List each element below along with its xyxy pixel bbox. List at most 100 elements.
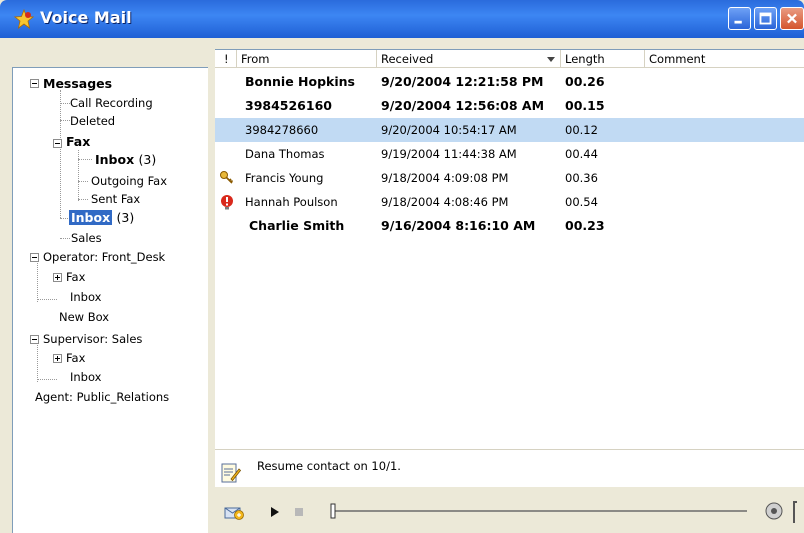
seek-slider[interactable] bbox=[329, 501, 749, 521]
play-icon[interactable] bbox=[270, 507, 280, 517]
tree-item-operator-fax[interactable]: Fax bbox=[66, 270, 85, 284]
message-row[interactable]: Charlie Smith 9/16/2004 8:16:10 AM 00.23 bbox=[215, 214, 804, 238]
tree-line bbox=[78, 159, 92, 160]
tree-line bbox=[60, 120, 70, 121]
message-row[interactable]: Hannah Poulson 9/18/2004 4:08:46 PM 00.5… bbox=[215, 190, 804, 214]
tree-item-messages[interactable]: Messages bbox=[43, 77, 112, 91]
message-row[interactable]: Francis Young 9/18/2004 4:09:08 PM 00.36 bbox=[215, 166, 804, 190]
tree-label: Outgoing Fax bbox=[91, 174, 168, 188]
collapse-toggle[interactable] bbox=[30, 79, 39, 88]
tree-item-inbox[interactable]: Inbox (3) bbox=[69, 210, 135, 225]
tree-label: Supervisor: Sales bbox=[43, 332, 143, 346]
urgent-icon bbox=[221, 195, 233, 210]
tree-line bbox=[60, 103, 70, 104]
close-icon bbox=[787, 13, 797, 24]
tree-item-call-recording[interactable]: Call Recording bbox=[70, 96, 153, 110]
tree-line bbox=[78, 181, 88, 182]
column-header-row: ! From Received Length Comment bbox=[215, 50, 804, 68]
message-length: 00.12 bbox=[565, 123, 598, 137]
message-length: 00.36 bbox=[565, 171, 598, 185]
voice-mail-app-icon bbox=[14, 9, 34, 29]
tree-line bbox=[60, 218, 68, 219]
sort-descending-icon bbox=[547, 57, 555, 62]
close-button[interactable] bbox=[780, 7, 804, 30]
tree-line bbox=[60, 90, 61, 218]
tree-item-supervisor[interactable]: Supervisor: Sales bbox=[43, 332, 142, 346]
minimize-button[interactable] bbox=[728, 7, 751, 30]
stop-icon[interactable] bbox=[295, 508, 303, 516]
message-received: 9/20/2004 10:54:17 AM bbox=[381, 123, 517, 137]
message-from: 3984526160 bbox=[245, 98, 332, 113]
tree-item-supervisor-inbox[interactable]: Inbox bbox=[70, 370, 101, 384]
tree-item-outgoing-fax[interactable]: Outgoing Fax bbox=[91, 174, 167, 188]
tree-label: Inbox bbox=[69, 210, 113, 225]
tree-item-deleted[interactable]: Deleted bbox=[70, 114, 115, 128]
tree-item-operator[interactable]: Operator: Front_Desk bbox=[43, 250, 165, 264]
collapse-toggle[interactable] bbox=[30, 335, 39, 344]
message-from: Francis Young bbox=[245, 171, 324, 185]
message-from: Dana Thomas bbox=[245, 147, 325, 161]
unread-count: (3) bbox=[138, 152, 157, 167]
title-bar[interactable]: Voice Mail bbox=[0, 0, 804, 38]
expand-toggle[interactable] bbox=[53, 354, 62, 363]
voice-mail-window: Voice Mail Messages Call Recording Delet… bbox=[0, 0, 804, 533]
tree-item-supervisor-fax[interactable]: Fax bbox=[66, 351, 85, 365]
collapse-toggle[interactable] bbox=[30, 253, 39, 262]
column-header-from[interactable]: From bbox=[237, 50, 377, 68]
expand-toggle[interactable] bbox=[53, 273, 62, 282]
unread-count: (3) bbox=[116, 210, 135, 225]
tree-line bbox=[37, 299, 57, 300]
comment-panel[interactable]: Resume contact on 10/1. bbox=[215, 449, 804, 487]
column-header-comment[interactable]: Comment bbox=[645, 50, 804, 68]
tree-label: Inbox bbox=[95, 152, 135, 167]
message-row[interactable]: Bonnie Hopkins 9/20/2004 12:21:58 PM 00.… bbox=[215, 70, 804, 94]
message-from: Hannah Poulson bbox=[245, 195, 338, 209]
message-received: 9/19/2004 11:44:38 AM bbox=[381, 147, 517, 161]
tree-item-operator-inbox[interactable]: Inbox bbox=[70, 290, 101, 304]
message-row[interactable]: 3984278660 9/20/2004 10:54:17 AM 00.12 bbox=[215, 118, 804, 142]
message-length: 00.26 bbox=[565, 74, 605, 89]
tree-label: Inbox bbox=[70, 370, 102, 384]
tree-label: Sent Fax bbox=[91, 192, 141, 206]
tree-label: New Box bbox=[59, 310, 110, 324]
playback-toolbar bbox=[215, 487, 804, 533]
folder-tree[interactable]: Messages Call Recording Deleted Fax Inbo… bbox=[12, 67, 208, 533]
message-received: 9/16/2004 8:16:10 AM bbox=[381, 218, 536, 233]
tree-item-new-box[interactable]: New Box bbox=[59, 310, 109, 324]
tree-item-fax[interactable]: Fax bbox=[66, 135, 90, 149]
message-length: 00.15 bbox=[565, 98, 605, 113]
column-label: From bbox=[241, 52, 270, 66]
tree-label: Agent: Public_Relations bbox=[35, 390, 170, 404]
tree-label: Fax bbox=[66, 134, 91, 149]
tree-item-fax-inbox[interactable]: Inbox (3) bbox=[95, 153, 156, 167]
message-received: 9/18/2004 4:08:46 PM bbox=[381, 195, 509, 209]
note-edit-icon bbox=[221, 463, 241, 483]
message-received: 9/18/2004 4:09:08 PM bbox=[381, 171, 509, 185]
message-from: 3984278660 bbox=[245, 123, 319, 137]
message-row[interactable]: 3984526160 9/20/2004 12:56:08 AM 00.15 bbox=[215, 94, 804, 118]
tree-label: Sales bbox=[71, 231, 102, 245]
tree-line bbox=[37, 342, 38, 382]
message-row[interactable]: Dana Thomas 9/19/2004 11:44:38 AM 00.44 bbox=[215, 142, 804, 166]
tree-line bbox=[78, 150, 79, 201]
column-header-received[interactable]: Received bbox=[377, 50, 561, 68]
column-header-priority[interactable]: ! bbox=[215, 50, 237, 68]
message-list[interactable]: ! From Received Length Comment Bonnie Ho… bbox=[215, 49, 804, 449]
message-length: 00.44 bbox=[565, 147, 598, 161]
column-header-length[interactable]: Length bbox=[561, 50, 645, 68]
message-length: 00.23 bbox=[565, 218, 605, 233]
volume-icon[interactable] bbox=[765, 500, 785, 522]
pane-splitter[interactable] bbox=[208, 38, 215, 533]
tree-line bbox=[60, 238, 70, 239]
window-title: Voice Mail bbox=[40, 8, 132, 27]
column-label: ! bbox=[224, 52, 229, 66]
message-received: 9/20/2004 12:21:58 PM bbox=[381, 74, 544, 89]
maximize-button[interactable] bbox=[754, 7, 777, 30]
tree-label: Fax bbox=[66, 351, 86, 365]
send-mail-icon[interactable] bbox=[223, 500, 245, 522]
tree-item-agent[interactable]: Agent: Public_Relations bbox=[35, 390, 169, 404]
tree-item-sales[interactable]: Sales bbox=[71, 231, 102, 245]
message-received: 9/20/2004 12:56:08 AM bbox=[381, 98, 545, 113]
tree-item-sent-fax[interactable]: Sent Fax bbox=[91, 192, 140, 206]
collapse-toggle[interactable] bbox=[53, 139, 62, 148]
